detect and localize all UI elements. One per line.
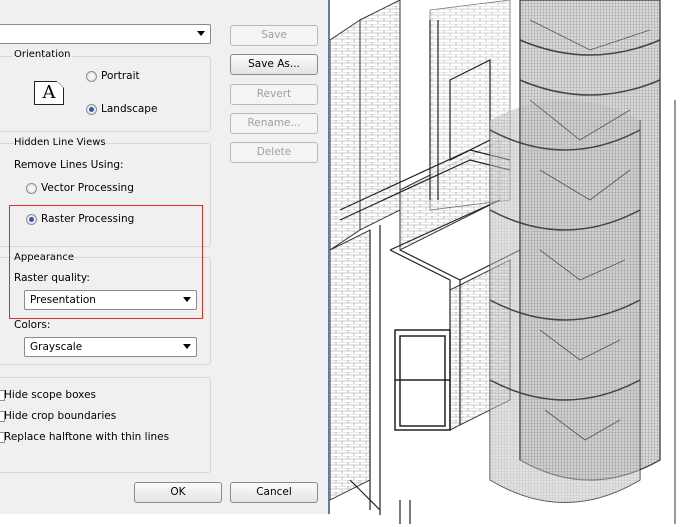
highlight-annotation-box [9,205,203,319]
chevron-down-icon [183,344,191,349]
revert-button[interactable]: Revert [230,84,318,105]
dialog-bottom-edge [0,514,330,524]
chevron-down-icon [197,31,205,36]
remove-lines-label: Remove Lines Using: [14,159,124,171]
portrait-radio[interactable] [86,71,97,82]
staircase-drawing [329,0,676,524]
landscape-label: Landscape [101,103,158,115]
colors-dropdown[interactable]: Grayscale [24,337,197,357]
hidden-line-views-title: Hidden Line Views [14,137,106,148]
vector-processing-label: Vector Processing [41,182,134,194]
orientation-title: Orientation [12,49,73,60]
orientation-group [0,56,211,132]
setting-name-dropdown[interactable] [0,24,211,44]
ok-button[interactable]: OK [134,482,222,503]
colors-value: Grayscale [30,341,83,353]
colors-label: Colors: [14,319,51,331]
delete-button[interactable]: Delete [230,142,318,163]
rename-button[interactable]: Rename... [230,113,318,134]
orientation-page-icon: A [34,81,64,105]
landscape-radio[interactable] [86,104,97,115]
save-as-button[interactable]: Save As... [230,54,318,75]
vector-processing-radio[interactable] [26,183,37,194]
print-setup-dialog: Orientation A Portrait Landscape Hidden … [0,0,330,518]
portrait-label: Portrait [101,70,140,82]
hide-scope-boxes-label: Hide scope boxes [4,389,96,401]
save-button[interactable]: Save [230,25,318,46]
cancel-button[interactable]: Cancel [230,482,318,503]
orientation-icon-letter: A [42,82,56,103]
hide-crop-boundaries-label: Hide crop boundaries [4,410,117,422]
replace-halftone-label: Replace halftone with thin lines [4,431,170,443]
3d-model-view[interactable] [329,0,687,524]
